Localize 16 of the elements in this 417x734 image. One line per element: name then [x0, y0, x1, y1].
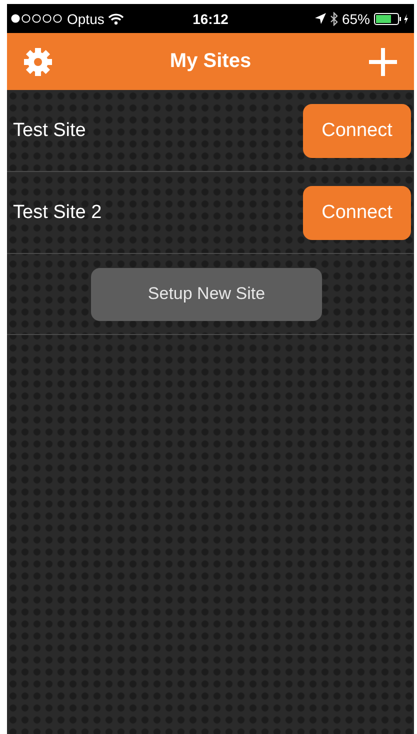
clock-time: 16:12 [192, 10, 228, 26]
connect-button[interactable]: Connect [303, 186, 411, 240]
connect-button[interactable]: Connect [303, 104, 411, 158]
signal-icon [11, 14, 63, 23]
setup-new-site-button[interactable]: Setup New Site [91, 268, 322, 320]
settings-icon[interactable] [23, 46, 53, 76]
bluetooth-icon [330, 12, 338, 26]
carrier-name: Optus [67, 10, 104, 26]
battery-percentage: 65% [342, 10, 370, 26]
wifi-icon [108, 12, 124, 24]
site-name: Test Site 2 [13, 202, 102, 224]
battery-charging-icon [374, 12, 410, 24]
add-icon[interactable] [368, 46, 398, 76]
screen-title: My Sites [170, 50, 252, 73]
location-icon [314, 13, 326, 24]
site-name: Test Site [13, 120, 86, 142]
